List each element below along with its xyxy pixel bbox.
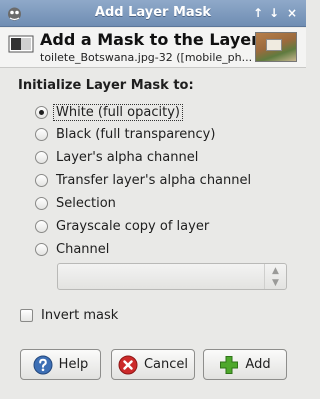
help-button[interactable]: Help (20, 349, 101, 380)
layer-thumbnail (255, 32, 297, 62)
option-label: White (full opacity) (53, 103, 183, 121)
move-up-icon[interactable]: ↑ (251, 6, 265, 20)
header-subtitle: toilete_Botswana.jpg-32 ([mobile_ph... (40, 51, 253, 64)
add-button-label: Add (245, 357, 271, 372)
option-channel[interactable]: Channel (35, 239, 109, 259)
option-black[interactable]: Black (full transparency) (35, 124, 215, 144)
radio-white[interactable] (35, 105, 48, 119)
chevron-up-down-icon: ▲ ▼ (264, 264, 286, 289)
close-icon[interactable]: × (285, 6, 299, 20)
layer-mask-icon (8, 35, 34, 53)
header-title: Add a Mask to the Layer (40, 30, 260, 49)
option-label: Transfer layer's alpha channel (56, 172, 252, 188)
option-label: Grayscale copy of layer (56, 218, 210, 234)
plus-icon (220, 355, 239, 374)
cancel-button-label: Cancel (143, 357, 189, 372)
invert-mask-label: Invert mask (41, 307, 119, 323)
section-label: Initialize Layer Mask to: (18, 78, 194, 93)
cancel-button[interactable]: Cancel (111, 349, 195, 380)
option-grayscale[interactable]: Grayscale copy of layer (35, 216, 209, 236)
option-alpha-channel[interactable]: Layer's alpha channel (35, 147, 198, 167)
option-selection[interactable]: Selection (35, 193, 116, 213)
radio-transfer-alpha[interactable] (35, 173, 48, 187)
option-label: Black (full transparency) (56, 126, 216, 142)
radio-grayscale[interactable] (35, 219, 48, 233)
help-icon (33, 355, 53, 374)
option-white[interactable]: White (full opacity) (35, 102, 183, 122)
move-down-icon[interactable]: ↓ (267, 6, 281, 20)
option-label: Selection (56, 195, 116, 211)
radio-black[interactable] (35, 127, 48, 141)
option-label: Layer's alpha channel (56, 149, 199, 165)
invert-mask-option[interactable]: Invert mask (20, 305, 118, 325)
option-transfer-alpha[interactable]: Transfer layer's alpha channel (35, 170, 251, 190)
radio-channel[interactable] (35, 242, 48, 256)
dialog-header: Add a Mask to the Layer toilete_Botswana… (0, 28, 306, 68)
title-bar: Add Layer Mask ↑ ↓ × (0, 0, 306, 27)
add-button[interactable]: Add (203, 349, 287, 380)
option-label: Channel (56, 241, 110, 257)
channel-select[interactable]: ▲ ▼ (57, 263, 287, 290)
radio-alpha-channel[interactable] (35, 150, 48, 164)
invert-mask-checkbox[interactable] (20, 308, 33, 322)
radio-selection[interactable] (35, 196, 48, 210)
cancel-icon (118, 355, 138, 374)
help-button-label: Help (58, 357, 89, 372)
